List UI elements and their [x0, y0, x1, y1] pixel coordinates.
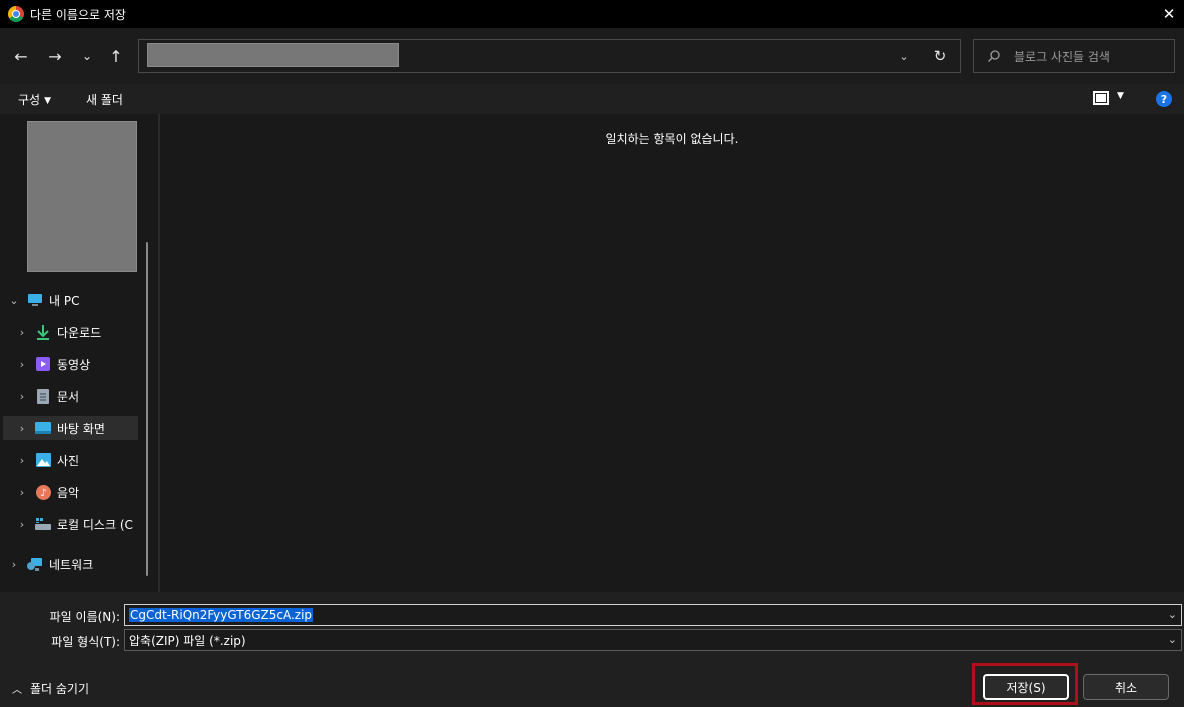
sidebar-item-label: 사진: [57, 453, 80, 468]
hide-folders-toggle[interactable]: ︿ 폴더 숨기기: [12, 680, 89, 697]
new-folder-button[interactable]: 새 폴더: [86, 91, 123, 108]
address-path-redacted: [147, 43, 399, 67]
document-icon: [35, 388, 51, 404]
filetype-value: 압축(ZIP) 파일 (*.zip): [129, 633, 246, 648]
desktop-icon: [35, 420, 51, 436]
filetype-dropdown-icon[interactable]: ⌄: [1168, 633, 1177, 646]
save-button[interactable]: 저장(S): [983, 674, 1069, 700]
music-icon: ♪: [35, 484, 51, 500]
video-icon: [35, 356, 51, 372]
command-bar: 구성 ▼ 새 폴더 ▼ ?: [0, 84, 1184, 114]
sidebar-item-videos[interactable]: › 동영상: [15, 352, 138, 376]
sidebar-item-desktop[interactable]: › 바탕 화면: [3, 416, 138, 440]
refresh-icon[interactable]: ↻: [931, 47, 949, 65]
window-title: 다른 이름으로 저장: [30, 7, 126, 22]
view-caret-down-icon[interactable]: ▼: [1117, 91, 1124, 101]
filename-value: CgCdt-RiQn2FyyGT6GZ5cA.zip: [129, 608, 314, 622]
up-arrow-icon[interactable]: ↑: [104, 44, 128, 68]
chevron-right-icon[interactable]: ›: [7, 558, 21, 571]
title-bar: 다른 이름으로 저장 ✕: [0, 0, 1184, 28]
quick-access-redacted: [27, 121, 137, 272]
pictures-icon: [35, 452, 51, 468]
chevron-down-icon[interactable]: ⌄: [7, 294, 21, 307]
navigation-pane-scrollbar[interactable]: [146, 242, 148, 576]
navigation-pane: ⌄ 내 PC › 다운로드 › 동영상 › 문서 › 바탕 화면 › 사진 › …: [0, 114, 158, 592]
sidebar-item-label: 내 PC: [49, 293, 80, 308]
download-icon: [35, 324, 51, 340]
chevron-right-icon[interactable]: ›: [15, 326, 29, 339]
sidebar-item-label: 동영상: [57, 357, 91, 372]
chrome-icon: [8, 6, 24, 22]
filename-dropdown-icon[interactable]: ⌄: [1168, 608, 1177, 621]
search-icon: [986, 48, 1002, 64]
sidebar-item-my-pc[interactable]: ⌄ 내 PC: [7, 288, 137, 312]
close-button[interactable]: ✕: [1154, 0, 1184, 28]
drive-icon: [35, 516, 51, 532]
search-placeholder: 블로그 사진들 검색: [1014, 50, 1110, 64]
hide-folders-label: 폴더 숨기기: [30, 682, 90, 696]
sidebar-item-network[interactable]: › 네트워크: [7, 552, 137, 576]
chevron-right-icon[interactable]: ›: [15, 486, 29, 499]
filename-label: 파일 이름(N):: [49, 610, 120, 624]
chevron-right-icon[interactable]: ›: [15, 422, 29, 435]
sidebar-item-label: 다운로드: [57, 325, 102, 340]
chevron-up-icon: ︿: [12, 685, 22, 696]
chevron-right-icon[interactable]: ›: [15, 454, 29, 467]
navigation-bar: ← → ⌄ ↑ ⌄ ↻ 블로그 사진들 검색: [0, 28, 1184, 84]
filetype-label: 파일 형식(T):: [51, 635, 120, 649]
help-icon[interactable]: ?: [1156, 91, 1172, 107]
sidebar-item-documents[interactable]: › 문서: [15, 384, 138, 408]
empty-message: 일치하는 항목이 없습니다.: [605, 132, 739, 146]
sidebar-item-label: 로컬 디스크 (C: [57, 517, 133, 532]
sidebar-item-pictures[interactable]: › 사진: [15, 448, 138, 472]
view-mode-icon[interactable]: [1093, 91, 1109, 105]
chevron-right-icon[interactable]: ›: [15, 518, 29, 531]
address-bar[interactable]: ⌄ ↻: [138, 39, 961, 73]
filename-input[interactable]: CgCdt-RiQn2FyyGT6GZ5cA.zip ⌄: [124, 604, 1182, 626]
cancel-button[interactable]: 취소: [1083, 674, 1169, 700]
organize-label: 구성: [18, 93, 41, 107]
search-box[interactable]: 블로그 사진들 검색: [973, 39, 1175, 73]
sidebar-item-label: 바탕 화면: [57, 421, 105, 436]
sidebar-item-music[interactable]: › ♪ 음악: [15, 480, 138, 504]
back-arrow-icon[interactable]: ←: [9, 44, 33, 68]
organize-button[interactable]: 구성 ▼: [18, 91, 51, 108]
chevron-right-icon[interactable]: ›: [15, 390, 29, 403]
address-dropdown-icon[interactable]: ⌄: [897, 48, 911, 64]
pc-icon: [27, 292, 43, 308]
recent-locations-chevron-icon[interactable]: ⌄: [75, 44, 99, 68]
sidebar-item-local-disk[interactable]: › 로컬 디스크 (C: [15, 512, 138, 536]
svg-text:♪: ♪: [40, 488, 46, 499]
sidebar-item-downloads[interactable]: › 다운로드: [15, 320, 138, 344]
sidebar-item-label: 네트워크: [49, 557, 94, 572]
sidebar-item-label: 문서: [57, 389, 80, 404]
network-icon: [27, 556, 43, 572]
filetype-select[interactable]: 압축(ZIP) 파일 (*.zip) ⌄: [124, 629, 1182, 651]
file-list-area[interactable]: 일치하는 항목이 없습니다.: [160, 114, 1184, 592]
forward-arrow-icon[interactable]: →: [43, 44, 67, 68]
caret-down-icon: ▼: [44, 96, 52, 106]
sidebar-item-label: 음악: [57, 485, 80, 500]
chevron-right-icon[interactable]: ›: [15, 358, 29, 371]
